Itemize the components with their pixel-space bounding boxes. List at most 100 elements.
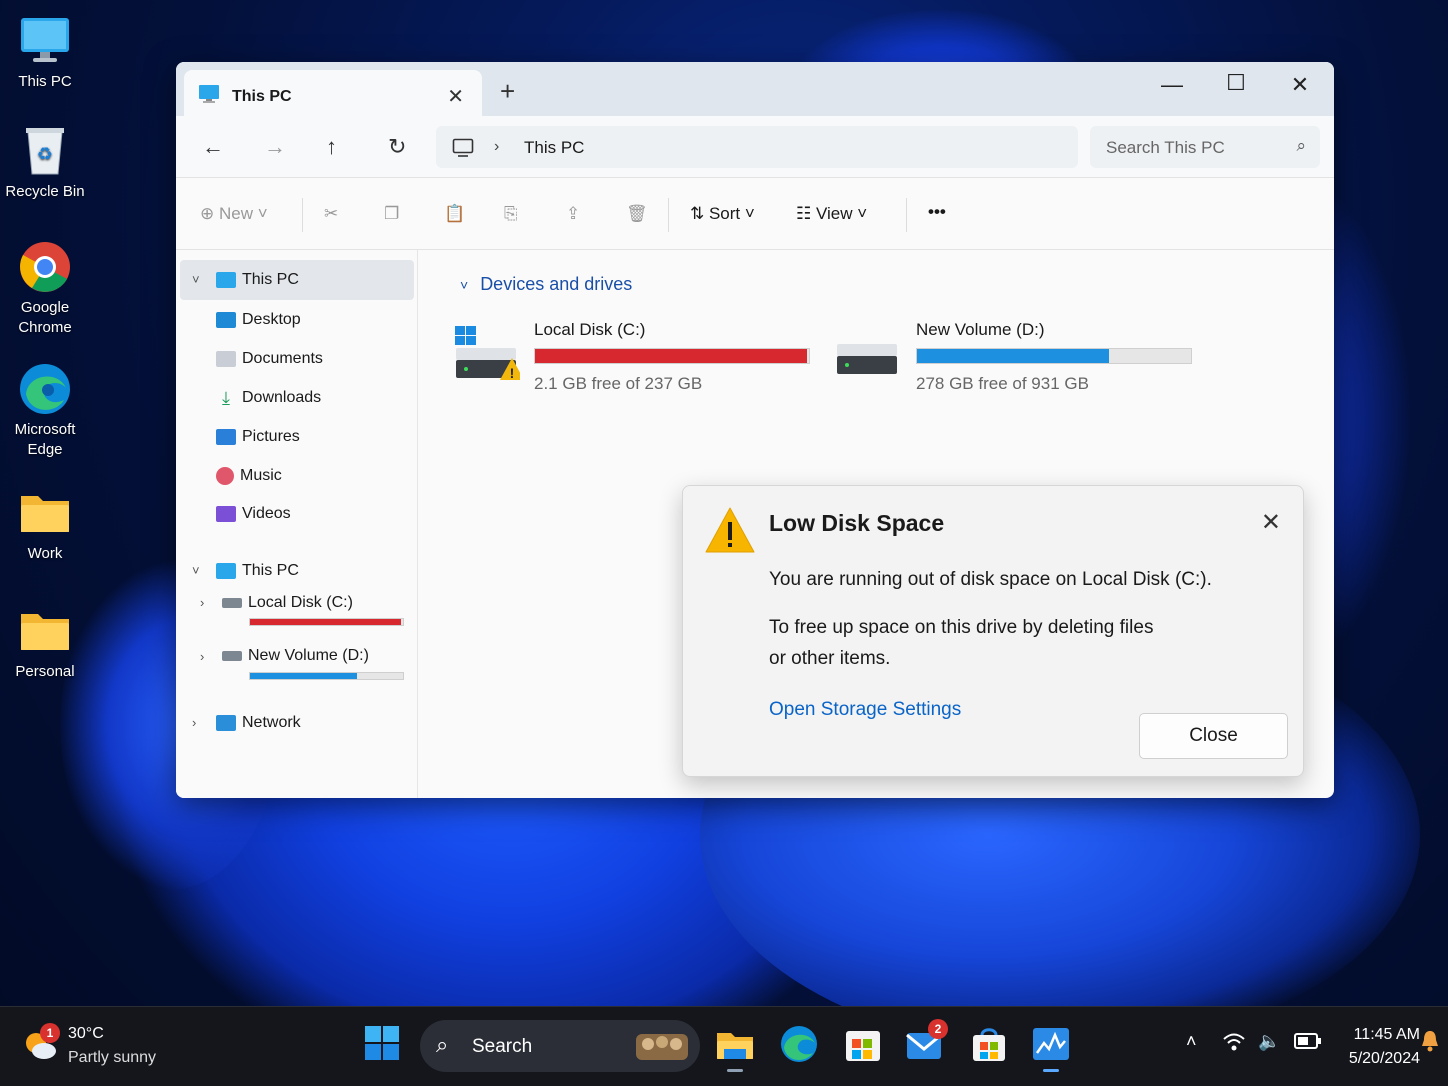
maximize-icon[interactable]: ☐: [1216, 70, 1256, 96]
drive-d-name: New Volume (D:): [916, 320, 1045, 339]
separator: [906, 198, 907, 232]
edge-taskbar-icon[interactable]: [778, 1023, 820, 1065]
hard-drive-icon: [222, 650, 242, 661]
copy-icon[interactable]: ❐: [384, 204, 399, 224]
taskbar: 1 30°C Partly sunny ⌕ Search 2 ˄ 🔈 11:45…: [0, 1006, 1448, 1086]
nav-item-pictures[interactable]: Pictures: [216, 423, 300, 451]
clock[interactable]: 11:45 AM 5/20/2024: [1330, 1023, 1420, 1071]
back-icon[interactable]: ←: [202, 134, 224, 160]
monitor-outline-icon: [452, 138, 474, 163]
show-hidden-icons[interactable]: ˄: [1186, 1031, 1197, 1052]
new-tab-button[interactable]: +: [500, 76, 515, 107]
close-window-icon[interactable]: ✕: [1280, 72, 1320, 98]
tree-new-volume-d[interactable]: New Volume (D:): [222, 642, 369, 670]
desktop-icon-personal-folder[interactable]: Personal: [0, 604, 90, 682]
hard-drive-icon: [222, 597, 242, 608]
network-icon: [216, 714, 236, 731]
desktop-icon-recycle-bin[interactable]: ♻ Recycle Bin: [0, 124, 90, 202]
drive-c-capacity-bar: [534, 348, 810, 364]
command-bar: ⊕ New ˅ ✂ ❐ 📋 ⎘ ⇪ 🗑 ⇅ Sort ˅ ☷ View ˅ ••…: [176, 178, 1334, 250]
nav-item-desktop[interactable]: Desktop: [216, 306, 301, 334]
rename-icon[interactable]: ⎘: [504, 204, 518, 224]
storage-monitor-taskbar-icon[interactable]: [1030, 1023, 1072, 1072]
dialog-close-button[interactable]: Close: [1139, 713, 1288, 759]
battery-icon[interactable]: [1294, 1031, 1322, 1056]
sort-button[interactable]: ⇅ Sort ˅: [690, 204, 755, 224]
nav-item-videos[interactable]: Videos: [216, 500, 291, 528]
taskbar-search-box[interactable]: ⌕ Search: [420, 1020, 700, 1072]
nav-item-this-pc[interactable]: This PC: [216, 266, 299, 294]
chevron-right-icon[interactable]: ›: [200, 595, 204, 610]
desktop-icon-chrome[interactable]: Google Chrome: [0, 240, 90, 338]
dialog-close-icon[interactable]: ✕: [1261, 508, 1281, 537]
paste-icon[interactable]: 📋: [444, 204, 465, 224]
hard-drive-icon: [836, 342, 898, 376]
documents-icon: [216, 350, 236, 367]
delete-icon[interactable]: 🗑: [626, 204, 648, 224]
drive-tile-d[interactable]: New Volume (D:) 278 GB free of 931 GB: [836, 316, 1236, 406]
drive-d-free-space: 278 GB free of 931 GB: [916, 374, 1089, 393]
desktop-icon-work-folder[interactable]: Work: [0, 486, 90, 564]
nav-item-documents[interactable]: Documents: [216, 345, 323, 373]
refresh-icon[interactable]: ↻: [388, 134, 406, 160]
desktop-icon-this-pc[interactable]: This PC: [0, 14, 90, 92]
monitor-icon: [216, 271, 236, 288]
forward-icon[interactable]: →: [264, 134, 286, 160]
more-options-icon[interactable]: •••: [928, 202, 946, 222]
search-input[interactable]: Search This PC ⌕: [1090, 126, 1320, 168]
breadcrumb-chevron-icon[interactable]: ›: [494, 138, 499, 156]
microsoft-store-taskbar-icon[interactable]: [842, 1023, 884, 1065]
desktop-icon-edge[interactable]: Microsoft Edge: [0, 362, 90, 460]
nav-item-downloads[interactable]: ⤓ Downloads: [216, 384, 321, 412]
recycle-bin-icon: ♻: [18, 124, 72, 178]
start-button[interactable]: [362, 1023, 404, 1065]
weather-temp: 30°C: [68, 1025, 104, 1042]
open-storage-settings-link[interactable]: Open Storage Settings: [769, 699, 961, 721]
address-field[interactable]: › This PC: [436, 126, 1078, 168]
tree-local-disk-c[interactable]: Local Disk (C:): [222, 589, 353, 617]
chevron-down-icon[interactable]: ˅: [192, 272, 200, 287]
view-button[interactable]: ☷ View ˅: [796, 204, 867, 224]
chevron-right-icon[interactable]: ›: [192, 715, 196, 730]
minimize-icon[interactable]: —: [1152, 72, 1192, 98]
folder-icon: [18, 604, 72, 658]
tree-this-pc[interactable]: This PC: [216, 557, 299, 585]
search-icon: ⌕: [436, 1032, 449, 1057]
chevron-down-icon: ˅: [460, 277, 469, 293]
separator: [668, 198, 669, 232]
notification-bell-icon[interactable]: [1420, 1029, 1440, 1058]
search-highlight-icon: [634, 1028, 690, 1069]
tab-title: This PC: [232, 88, 292, 105]
chrome-icon: [18, 240, 72, 294]
close-tab-icon[interactable]: ✕: [447, 84, 464, 109]
title-bar[interactable]: This PC ✕ + — ☐ ✕: [176, 62, 1334, 116]
section-devices-and-drives[interactable]: ˅ Devices and drives: [460, 274, 632, 295]
volume-icon[interactable]: 🔈: [1258, 1031, 1280, 1052]
drive-tile-c[interactable]: ! Local Disk (C:) 2.1 GB free of 237 GB: [454, 316, 854, 406]
drive-d-usage-bar: [249, 672, 404, 680]
file-explorer-taskbar-icon[interactable]: [714, 1023, 756, 1072]
share-icon[interactable]: ⇪: [566, 204, 580, 224]
nav-item-music[interactable]: Music: [216, 462, 282, 490]
wifi-icon[interactable]: [1222, 1031, 1246, 1058]
mail-badge: 2: [928, 1019, 948, 1039]
chevron-down-icon[interactable]: ˅: [192, 563, 200, 578]
edge-icon: [18, 362, 72, 416]
drive-d-capacity-bar: [916, 348, 1192, 364]
tree-network[interactable]: Network: [216, 709, 301, 737]
cut-icon[interactable]: ✂: [324, 204, 338, 224]
desktop-folder-icon: [216, 311, 236, 328]
chevron-right-icon[interactable]: ›: [200, 649, 204, 664]
svg-text:!: !: [510, 365, 515, 381]
low-disk-space-dialog: Low Disk Space ✕ You are running out of …: [682, 485, 1304, 777]
monitor-icon: [198, 84, 220, 109]
folder-icon: [18, 486, 72, 540]
breadcrumb-this-pc[interactable]: This PC: [524, 138, 584, 158]
monitor-icon: [18, 14, 72, 68]
tab-this-pc[interactable]: This PC ✕: [184, 70, 482, 116]
clock-date: 5/20/2024: [1348, 1050, 1420, 1067]
new-button[interactable]: ⊕ New ˅: [200, 204, 268, 224]
up-icon[interactable]: ↑: [326, 134, 337, 160]
mail-taskbar-icon[interactable]: 2: [904, 1019, 948, 1065]
store-bag-taskbar-icon[interactable]: [968, 1023, 1010, 1065]
